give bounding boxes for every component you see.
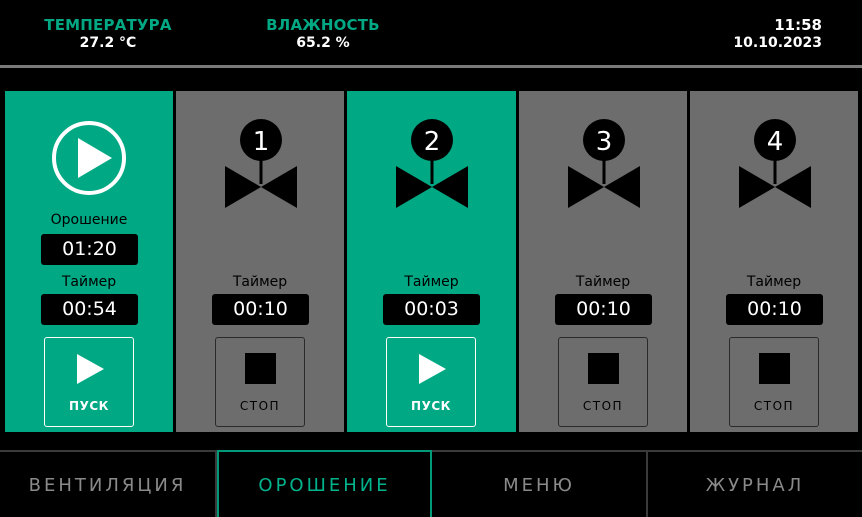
- valve-icon: 3: [568, 119, 640, 208]
- temperature-label: ТЕМПЕРАТУРА: [44, 16, 172, 34]
- zone-panel-4: 4 Таймер 00:10 СТОП: [690, 91, 858, 432]
- stop-button-label: СТОП: [753, 399, 795, 413]
- status-header: ТЕМПЕРАТУРА 27.2 °C ВЛАЖНОСТЬ 65.2 % 11:…: [0, 0, 862, 64]
- clock-time: 11:58: [774, 16, 822, 34]
- header-divider: [0, 65, 862, 68]
- temperature-value: 27.2 °C: [79, 35, 137, 51]
- stop-icon: [245, 353, 276, 384]
- stop-icon: [759, 353, 790, 384]
- zone-2-start-button[interactable]: ПУСК: [386, 337, 476, 427]
- stop-button-label: СТОП: [582, 399, 624, 413]
- timer-label: Таймер: [61, 274, 117, 290]
- timer-value: 00:54: [41, 294, 138, 325]
- zone-1-stop-button[interactable]: СТОП: [215, 337, 305, 427]
- timer-value: 00:10: [726, 294, 823, 325]
- humidity-value: 65.2 %: [296, 35, 350, 51]
- irrigation-time: 01:20: [41, 234, 138, 265]
- tab-ventilation[interactable]: ВЕНТИЛЯЦИЯ: [0, 450, 217, 517]
- humidity-label: ВЛАЖНОСТЬ: [266, 16, 380, 34]
- temperature-readout: ТЕМПЕРАТУРА 27.2 °C: [42, 16, 174, 51]
- zone-panel-3: 3 Таймер 00:10 СТОП: [519, 91, 687, 432]
- start-button-label: ПУСК: [411, 399, 451, 413]
- zone-4-stop-button[interactable]: СТОП: [729, 337, 819, 427]
- master-start-button[interactable]: ПУСК: [44, 337, 134, 427]
- humidity-readout: ВЛАЖНОСТЬ 65.2 %: [263, 16, 383, 51]
- irrigation-label: Орошение: [50, 212, 128, 228]
- play-circle-icon: [52, 121, 126, 195]
- tab-journal[interactable]: ЖУРНАЛ: [648, 450, 862, 517]
- play-icon: [77, 354, 104, 384]
- zone-panel-2: 2 Таймер 00:03 ПУСК: [347, 91, 516, 432]
- timer-value: 00:10: [555, 294, 652, 325]
- stop-icon: [588, 353, 619, 384]
- stop-button-label: СТОП: [239, 399, 281, 413]
- master-irrigation-panel: Орошение 01:20 Таймер 00:54 ПУСК: [5, 91, 173, 432]
- zone-3-stop-button[interactable]: СТОП: [558, 337, 648, 427]
- clock-date: 10.10.2023: [733, 35, 822, 51]
- valve-icon: 1: [225, 119, 297, 208]
- valve-number: 2: [424, 127, 441, 157]
- start-button-label: ПУСК: [69, 399, 109, 413]
- valve-icon: 2: [396, 119, 468, 208]
- timer-value: 00:10: [212, 294, 309, 325]
- valve-number: 3: [596, 127, 613, 157]
- bottom-nav: ВЕНТИЛЯЦИЯ ОРОШЕНИЕ МЕНЮ ЖУРНАЛ: [0, 450, 862, 517]
- tab-irrigation[interactable]: ОРОШЕНИЕ: [217, 450, 432, 517]
- timer-label: Таймер: [575, 274, 631, 290]
- clock: 11:58 10.10.2023: [702, 16, 822, 51]
- timer-label: Таймер: [404, 274, 459, 290]
- timer-label: Таймер: [232, 274, 288, 290]
- timer-value: 00:03: [383, 294, 480, 325]
- play-icon: [419, 354, 446, 384]
- valve-number: 1: [253, 127, 270, 157]
- valve-icon: 4: [739, 119, 811, 208]
- tab-menu[interactable]: МЕНЮ: [432, 450, 648, 517]
- timer-label: Таймер: [746, 274, 802, 290]
- valve-number: 4: [767, 127, 784, 157]
- zone-panel-1: 1 Таймер 00:10 СТОП: [176, 91, 344, 432]
